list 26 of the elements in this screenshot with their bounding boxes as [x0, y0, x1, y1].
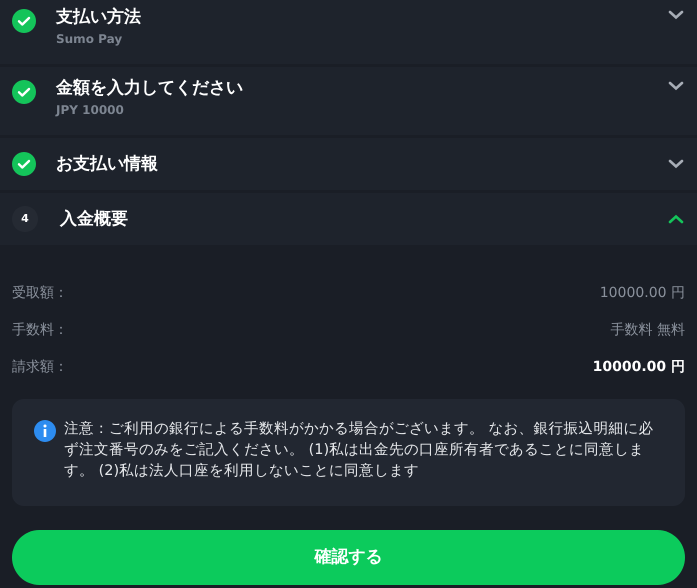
check-icon: [12, 152, 36, 176]
check-icon: [12, 80, 36, 104]
summary-value: 10000.00 円: [592, 358, 685, 377]
chevron-up-icon: [668, 214, 684, 224]
step-header[interactable]: お支払い情報: [0, 138, 697, 190]
step-title: 金額を入力してください: [56, 77, 244, 100]
step-title: 支払い方法: [56, 6, 142, 29]
step-header[interactable]: 4 入金概要: [0, 193, 697, 245]
chevron-down-icon: [668, 159, 684, 169]
summary-value: 手数料 無料: [610, 321, 685, 340]
check-icon: [12, 9, 36, 33]
step-header[interactable]: 支払い方法 Sumo Pay: [0, 0, 697, 64]
info-icon: [34, 420, 56, 442]
step-header[interactable]: 金額を入力してください JPY 10000: [0, 67, 697, 135]
summary-label: 受取額：: [12, 284, 68, 303]
summary-value: 10000.00 円: [600, 284, 685, 303]
step-title: お支払い情報: [56, 153, 159, 176]
chevron-down-icon: [668, 81, 684, 91]
summary-label: 請求額：: [12, 358, 68, 377]
chevron-down-icon: [668, 10, 684, 20]
step-number: 4: [12, 206, 38, 232]
step-title: 入金概要: [60, 208, 129, 231]
step-subtitle: JPY 10000: [56, 102, 125, 119]
summary-label: 手数料：: [12, 321, 68, 340]
step-subtitle: Sumo Pay: [56, 31, 124, 48]
notice-text: 注意：ご利用の銀行による手数料がかかる場合がございます。 なお、銀行振込明細に必ず注文番号のみをご記入ください。 (1)私は出金先の口座所有者であることに同意します。 (2)私は法人口座を利用しないことに同意します: [64, 420, 655, 481]
